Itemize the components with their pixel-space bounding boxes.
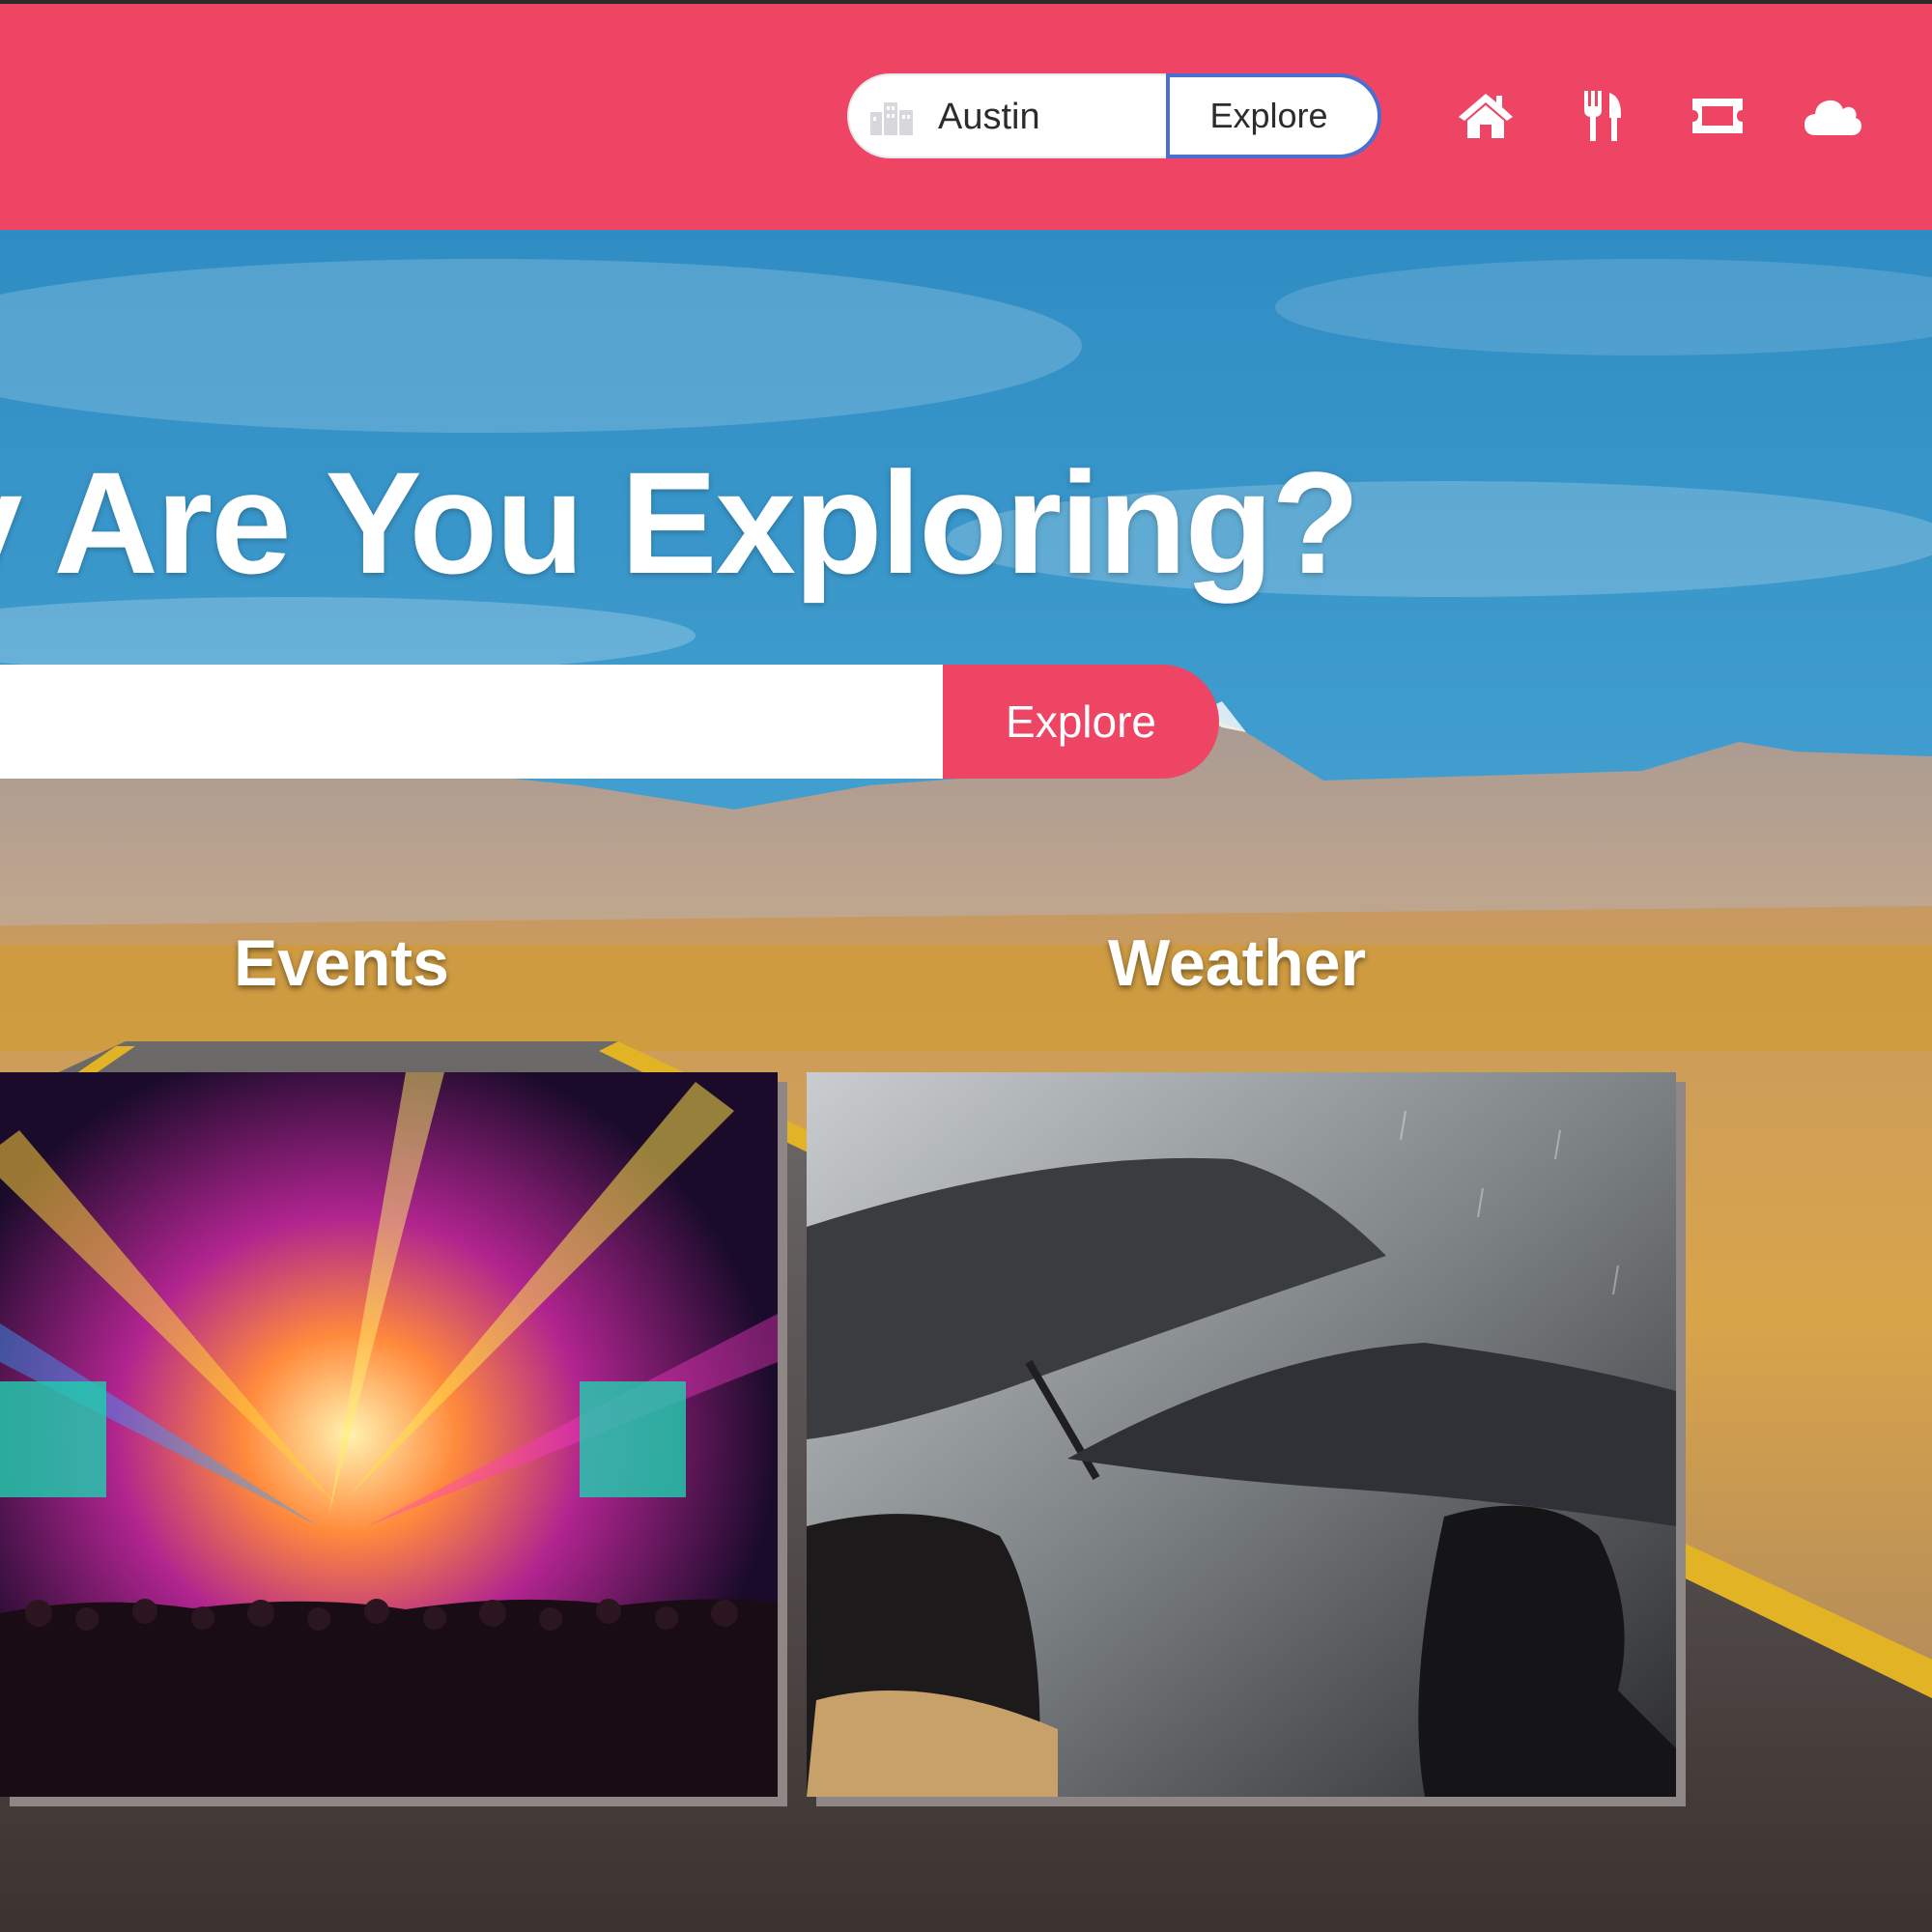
city-search-form: Explore (847, 73, 1381, 158)
city-buildings-icon (868, 99, 917, 137)
top-nav-bar: Explore (0, 0, 1932, 230)
nav-restaurants[interactable] (1573, 89, 1634, 147)
explore-page: Explore (0, 0, 1932, 1932)
cloud-icon (1803, 95, 1862, 142)
nav-tickets[interactable] (1687, 89, 1748, 147)
weather-heading: Weather (1108, 926, 1367, 1000)
window-top-edge (0, 0, 1932, 4)
events-heading: Events (234, 926, 449, 1000)
nav-weather[interactable] (1802, 89, 1863, 147)
nav-home[interactable] (1455, 89, 1517, 147)
concert-stage-lights-photo (0, 1072, 778, 1797)
weather-card[interactable] (807, 1072, 1676, 1797)
city-input-wrapper (847, 73, 1166, 158)
home-icon (1457, 92, 1515, 145)
ticket-icon (1690, 97, 1745, 140)
city-search-input[interactable] (938, 89, 1151, 145)
main-search-form: Explore (0, 665, 1219, 779)
main-explore-button[interactable]: Explore (943, 665, 1219, 779)
fork-knife-icon (1582, 90, 1625, 146)
hero-title: y Are You Exploring? (0, 441, 1360, 604)
main-search-input[interactable] (0, 665, 945, 779)
umbrellas-in-rain-photo (807, 1072, 1676, 1797)
city-explore-button[interactable]: Explore (1166, 73, 1381, 158)
events-card[interactable] (0, 1072, 778, 1797)
